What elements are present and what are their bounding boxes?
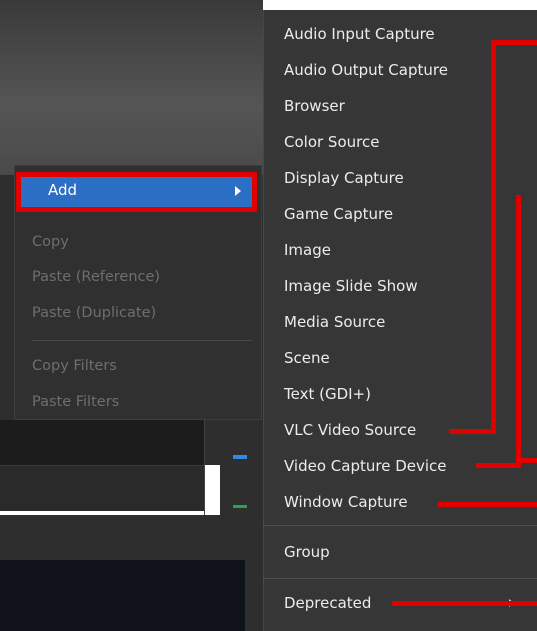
submenu-item-window-capture[interactable]: Window Capture (284, 493, 408, 511)
annotation-line (449, 429, 496, 434)
submenu-item-media-source[interactable]: Media Source (284, 313, 385, 331)
context-menu-separator (32, 340, 252, 341)
screenshot-frame: Add Copy Paste (Reference) Paste (Duplic… (0, 0, 537, 631)
context-menu-item-paste-reference[interactable]: Paste (Reference) (32, 269, 160, 285)
annotation-line (516, 195, 521, 468)
annotation-line (392, 601, 537, 606)
volume-meter (233, 505, 247, 508)
divider (204, 420, 205, 515)
annotation-line (516, 458, 537, 463)
context-menu-item-copy[interactable]: Copy (32, 234, 69, 250)
submenu-item-video-capture-device[interactable]: Video Capture Device (284, 457, 447, 475)
volume-meter (233, 455, 247, 459)
annotation-highlight-box (16, 172, 257, 212)
submenu-item-display-capture[interactable]: Display Capture (284, 169, 404, 187)
context-menu-item-copy-filters[interactable]: Copy Filters (32, 358, 117, 374)
submenu-item-audio-output-capture[interactable]: Audio Output Capture (284, 61, 448, 79)
submenu-item-deprecated[interactable]: Deprecated (284, 594, 371, 612)
source-list-row (0, 465, 205, 511)
submenu-item-group[interactable]: Group (284, 543, 330, 561)
submenu-item-color-source[interactable]: Color Source (284, 133, 379, 151)
context-menu-item-paste-duplicate[interactable]: Paste (Duplicate) (32, 305, 156, 321)
annotation-line (476, 463, 521, 468)
submenu-item-scene[interactable]: Scene (284, 349, 330, 367)
submenu-item-game-capture[interactable]: Game Capture (284, 205, 393, 223)
preview-area (0, 0, 263, 175)
submenu-separator (263, 525, 537, 526)
annotation-line (491, 40, 496, 434)
dark-panel (0, 560, 245, 631)
submenu-item-browser[interactable]: Browser (284, 97, 345, 115)
submenu-item-vlc-video-source[interactable]: VLC Video Source (284, 421, 416, 439)
submenu-separator (263, 578, 537, 579)
submenu-item-image[interactable]: Image (284, 241, 331, 259)
submenu-item-audio-input-capture[interactable]: Audio Input Capture (284, 25, 435, 43)
annotation-line (491, 40, 537, 45)
annotation-line (438, 502, 537, 507)
source-list-row (0, 420, 205, 465)
submenu-item-image-slide-show[interactable]: Image Slide Show (284, 277, 418, 295)
context-menu-item-paste-filters[interactable]: Paste Filters (32, 394, 119, 410)
submenu-item-text-gdi[interactable]: Text (GDI+) (284, 385, 371, 403)
